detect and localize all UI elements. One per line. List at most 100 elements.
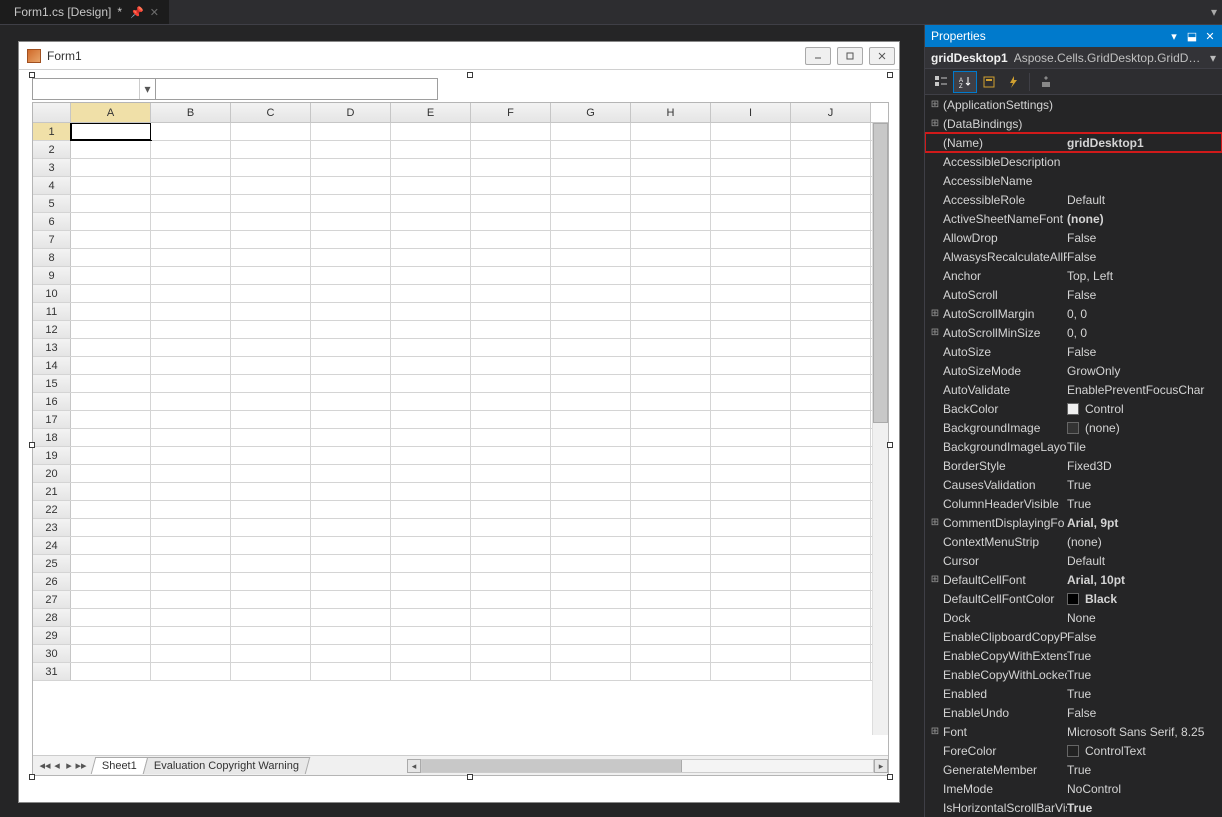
grid-cell[interactable] [471, 501, 551, 518]
grid-cell[interactable] [391, 249, 471, 266]
grid-cell[interactable] [711, 447, 791, 464]
grid-cell[interactable] [551, 267, 631, 284]
scrollbar-thumb[interactable] [873, 123, 888, 423]
grid-cell[interactable] [311, 447, 391, 464]
form-window[interactable]: Form1 ▾ ABCDEFGHIJ 12345678910111213 [18, 41, 900, 803]
grid-cell[interactable] [231, 285, 311, 302]
grid-cell[interactable] [71, 213, 151, 230]
grid-cell[interactable] [311, 303, 391, 320]
property-row[interactable]: GenerateMemberTrue [925, 760, 1222, 779]
grid-cell[interactable] [711, 249, 791, 266]
row-header[interactable]: 14 [33, 357, 71, 374]
grid-cell[interactable] [151, 429, 231, 446]
property-row[interactable]: BackColorControl [925, 399, 1222, 418]
property-value[interactable]: Fixed3D [1067, 459, 1222, 473]
property-value[interactable]: False [1067, 288, 1222, 302]
vertical-scrollbar[interactable] [872, 123, 888, 735]
grid-cell[interactable] [471, 447, 551, 464]
sheet-nav-prev[interactable]: ◂ [51, 759, 63, 772]
grid-cell[interactable] [791, 429, 871, 446]
grid-cell[interactable] [151, 393, 231, 410]
property-row[interactable]: AutoSizeModeGrowOnly [925, 361, 1222, 380]
events-button[interactable] [1001, 71, 1025, 93]
row-header[interactable]: 29 [33, 627, 71, 644]
grid-cell[interactable] [791, 339, 871, 356]
grid-cell[interactable] [391, 411, 471, 428]
grid-cell[interactable] [391, 483, 471, 500]
grid-cell[interactable] [391, 321, 471, 338]
property-value[interactable]: True [1067, 801, 1222, 815]
grid-cell[interactable] [791, 573, 871, 590]
close-button[interactable] [869, 47, 895, 65]
row-header[interactable]: 23 [33, 519, 71, 536]
grid-cell[interactable] [551, 537, 631, 554]
chevron-down-icon[interactable]: ▾ [1210, 51, 1216, 65]
grid-cell[interactable] [391, 159, 471, 176]
property-row[interactable]: AutoSizeFalse [925, 342, 1222, 361]
property-row[interactable]: BackgroundImage(none) [925, 418, 1222, 437]
grid-cell[interactable] [711, 321, 791, 338]
grid-cell[interactable] [791, 375, 871, 392]
property-value[interactable]: NoControl [1067, 782, 1222, 796]
grid-cell[interactable] [391, 339, 471, 356]
grid-cell[interactable] [631, 591, 711, 608]
grid-cell[interactable] [71, 609, 151, 626]
row-header[interactable]: 10 [33, 285, 71, 302]
property-value[interactable]: Default [1067, 554, 1222, 568]
grid-cell[interactable] [311, 645, 391, 662]
row-header[interactable]: 2 [33, 141, 71, 158]
grid-cell[interactable] [71, 339, 151, 356]
grid-cell[interactable] [311, 141, 391, 158]
grid-cell[interactable] [311, 429, 391, 446]
grid-cell[interactable] [391, 285, 471, 302]
expand-icon[interactable]: ⊞ [929, 118, 941, 129]
grid-cell[interactable] [71, 573, 151, 590]
grid-cell[interactable] [231, 537, 311, 554]
property-row[interactable]: CursorDefault [925, 551, 1222, 570]
grid-cell[interactable] [711, 339, 791, 356]
grid-cell[interactable] [151, 555, 231, 572]
grid-cell[interactable] [151, 123, 231, 140]
grid-cell[interactable] [711, 267, 791, 284]
grid-cell[interactable] [711, 231, 791, 248]
grid-cell[interactable] [71, 645, 151, 662]
grid-cell[interactable] [711, 573, 791, 590]
grid-cell[interactable] [471, 357, 551, 374]
property-row[interactable]: ⊞DefaultCellFontArial, 10pt [925, 570, 1222, 589]
grid-cell[interactable] [311, 267, 391, 284]
grid-cell[interactable] [311, 555, 391, 572]
properties-grid[interactable]: ⊞(ApplicationSettings)⊞(DataBindings)(Na… [925, 95, 1222, 817]
grid-cell[interactable] [391, 357, 471, 374]
grid-cell[interactable] [231, 339, 311, 356]
grid-cell[interactable] [71, 267, 151, 284]
grid-cell[interactable] [791, 411, 871, 428]
column-header[interactable]: F [471, 103, 551, 122]
designer-surface[interactable]: Form1 ▾ ABCDEFGHIJ 12345678910111213 [0, 25, 924, 817]
grid-cell[interactable] [551, 195, 631, 212]
grid-cell[interactable] [551, 591, 631, 608]
property-value[interactable]: False [1067, 231, 1222, 245]
grid-cell[interactable] [391, 519, 471, 536]
row-header[interactable]: 16 [33, 393, 71, 410]
grid-cell[interactable] [231, 393, 311, 410]
grid-cell[interactable] [471, 285, 551, 302]
property-row[interactable]: ⊞FontMicrosoft Sans Serif, 8.25 [925, 722, 1222, 741]
pin-icon[interactable]: 📌 [130, 6, 144, 19]
grid-cell[interactable] [231, 159, 311, 176]
grid-cell[interactable] [71, 321, 151, 338]
grid-cell[interactable] [391, 195, 471, 212]
property-value[interactable]: True [1067, 478, 1222, 492]
grid-cell[interactable] [151, 267, 231, 284]
grid-cell[interactable] [391, 213, 471, 230]
grid-cell[interactable] [151, 195, 231, 212]
grid-cell[interactable] [551, 519, 631, 536]
row-header[interactable]: 4 [33, 177, 71, 194]
grid-cell[interactable] [631, 645, 711, 662]
grid-cell[interactable] [311, 393, 391, 410]
property-row[interactable]: ⊞(DataBindings) [925, 114, 1222, 133]
grid-cell[interactable] [391, 393, 471, 410]
column-header[interactable]: E [391, 103, 471, 122]
property-value[interactable]: True [1067, 687, 1222, 701]
row-header[interactable]: 28 [33, 609, 71, 626]
column-header[interactable]: J [791, 103, 871, 122]
